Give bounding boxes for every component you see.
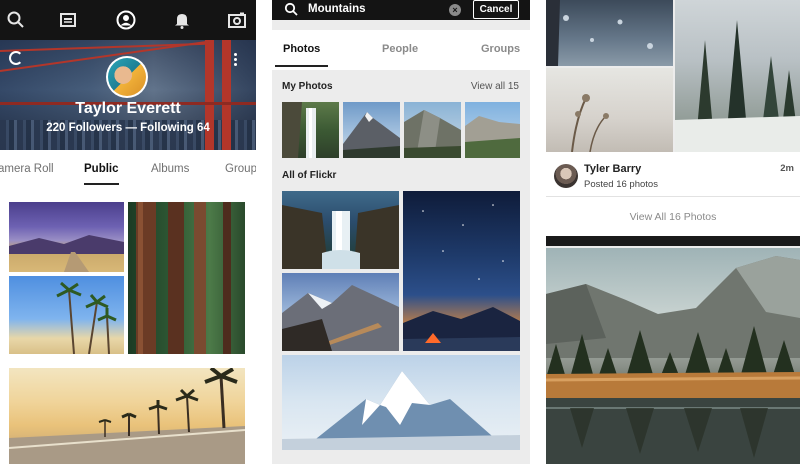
profile-icon[interactable] bbox=[116, 10, 136, 30]
user-name[interactable]: Tyler Barry bbox=[584, 163, 641, 175]
photo-thumbnail[interactable] bbox=[546, 248, 800, 464]
photo-thumbnail[interactable] bbox=[403, 191, 520, 351]
activity-feed-screen: Tyler Barry Posted 16 photos 2m View All… bbox=[546, 0, 800, 464]
tab-public[interactable]: Public bbox=[84, 163, 119, 185]
public-photo-grid bbox=[0, 190, 256, 464]
my-photos-heading: My Photos bbox=[282, 81, 333, 92]
photo-thumbnail[interactable] bbox=[128, 202, 245, 354]
app-store-screenshot-collage: Taylor Everett 220 Followers — Following… bbox=[0, 0, 800, 464]
profile-tabs: amera Roll Public Albums Group bbox=[0, 150, 256, 190]
photo-thumbnail[interactable] bbox=[404, 102, 461, 158]
tab-albums[interactable]: Albums bbox=[151, 163, 189, 175]
search-input[interactable]: Mountains bbox=[308, 3, 366, 15]
profile-name: Taylor Everett bbox=[75, 100, 181, 117]
photo-thumbnail[interactable] bbox=[465, 102, 520, 158]
card-separator bbox=[546, 236, 800, 246]
photo-thumbnail[interactable] bbox=[9, 368, 245, 464]
notifications-icon[interactable] bbox=[172, 10, 192, 30]
search-tabs: Photos People Groups bbox=[272, 30, 530, 70]
photo-thumbnail[interactable] bbox=[546, 68, 673, 152]
tab-groups[interactable]: Group bbox=[225, 163, 256, 175]
camera-icon[interactable] bbox=[227, 10, 247, 30]
search-icon[interactable] bbox=[6, 10, 26, 30]
activity-description: Posted 16 photos bbox=[584, 179, 658, 190]
bridge-cable bbox=[0, 42, 210, 52]
photostream-icon[interactable] bbox=[58, 10, 78, 30]
tab-camera-roll[interactable]: amera Roll bbox=[0, 163, 54, 175]
clear-search-icon[interactable]: × bbox=[449, 4, 461, 16]
tab-groups[interactable]: Groups bbox=[481, 43, 520, 55]
top-nav-bar bbox=[0, 0, 256, 40]
photo-thumbnail[interactable] bbox=[546, 0, 673, 66]
photo-thumbnail[interactable] bbox=[282, 355, 520, 450]
tab-photos[interactable]: Photos bbox=[274, 43, 329, 67]
timestamp: 2m bbox=[780, 163, 794, 174]
search-bar: Mountains × Cancel bbox=[272, 0, 530, 20]
view-all-link[interactable]: View all 15 bbox=[471, 81, 519, 92]
profile-screen: Taylor Everett 220 Followers — Following… bbox=[0, 0, 256, 464]
follower-stats[interactable]: 220 Followers — Following 64 bbox=[0, 122, 256, 134]
refresh-icon[interactable] bbox=[9, 51, 23, 65]
activity-card: Tyler Barry Posted 16 photos 2m View All… bbox=[546, 152, 800, 236]
photo-thumbnail[interactable] bbox=[675, 0, 800, 152]
view-all-photos-button[interactable]: View All 16 Photos bbox=[546, 211, 800, 223]
more-options-icon[interactable] bbox=[234, 53, 238, 67]
avatar[interactable] bbox=[106, 56, 148, 98]
cancel-button[interactable]: Cancel bbox=[473, 0, 519, 19]
avatar[interactable] bbox=[554, 164, 578, 188]
photo-thumbnail[interactable] bbox=[282, 191, 399, 269]
all-of-flickr-heading: All of Flickr bbox=[282, 170, 337, 181]
search-screen: Mountains × Cancel Photos People Groups … bbox=[272, 0, 530, 464]
tab-people[interactable]: People bbox=[382, 43, 418, 55]
divider bbox=[546, 196, 800, 197]
photo-thumbnail[interactable] bbox=[343, 102, 400, 158]
photo-thumbnail[interactable] bbox=[9, 202, 124, 272]
search-icon bbox=[284, 2, 298, 16]
photo-thumbnail[interactable] bbox=[9, 276, 124, 354]
photo-thumbnail[interactable] bbox=[282, 102, 339, 158]
photo-thumbnail[interactable] bbox=[282, 273, 399, 351]
